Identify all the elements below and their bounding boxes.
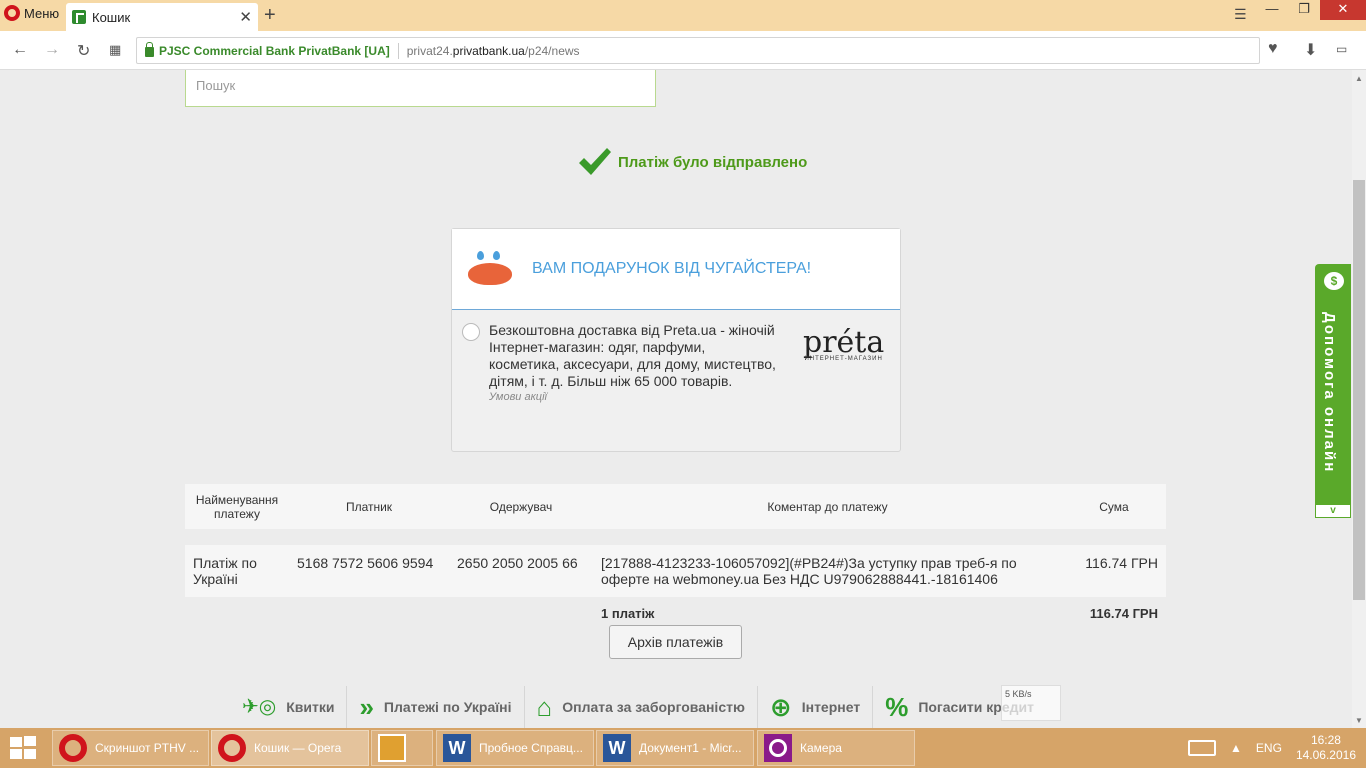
lock-icon: [145, 41, 154, 57]
opera-logo-icon: [4, 5, 20, 21]
keyboard-icon[interactable]: [1188, 740, 1217, 756]
address-field[interactable]: PJSC Commercial Bank PrivatBank [UA] pri…: [136, 37, 1260, 64]
bottom-nav: ✈◎ Квитки » Платежі по Україні ⌂ Оплата …: [230, 686, 1046, 728]
clock-time: 16:28: [1310, 733, 1341, 747]
house-icon: ⌂: [536, 692, 553, 722]
scroll-up-icon[interactable]: ▲: [1355, 74, 1363, 83]
gift-header: ВАМ ПОДАРУНОК ВІД ЧУГАЙСТЕРА!: [452, 229, 900, 310]
tab-menu-icon[interactable]: ☰: [1234, 6, 1247, 23]
cell-payer: 5168 7572 5606 9594: [289, 545, 449, 597]
offer-radio[interactable]: [462, 323, 480, 341]
net-speed-text: 5 KB/s: [1005, 689, 1032, 699]
taskbar-item-word-draft[interactable]: W Пробное Справц...: [436, 730, 594, 766]
forward-icon[interactable]: →: [44, 41, 60, 59]
secure-label: PJSC Commercial Bank PrivatBank [UA]: [159, 43, 390, 58]
offer-terms-link[interactable]: Умови акції: [489, 391, 779, 403]
table-row: Платіж по Україні 5168 7572 5606 9594 26…: [185, 545, 1166, 597]
col-header-comment: Коментар до платежу: [593, 484, 1062, 529]
taskbar: Скриншот PTHV ... Кошик — Opera W Пробно…: [0, 728, 1366, 768]
clock-date: 14.06.2016: [1295, 748, 1356, 762]
opera-app-icon: [59, 734, 87, 762]
gift-panel: ВАМ ПОДАРУНОК ВІД ЧУГАЙСТЕРА! Безкоштовн…: [451, 228, 901, 452]
close-window-icon[interactable]: ✕: [1320, 0, 1366, 20]
globe-icon: ⊕: [769, 692, 792, 722]
address-toolbar: ← → ↻ ▦ PJSC Commercial Bank PrivatBank …: [0, 31, 1366, 70]
window-controls: — ❐ ✕: [1256, 0, 1366, 20]
nav-item-debt-payment[interactable]: ⌂ Оплата за заборгованістю: [525, 686, 758, 728]
chevrons-icon: »: [359, 692, 374, 722]
taskbar-item-opera-screenshot[interactable]: Скриншот PTHV ...: [52, 730, 209, 766]
preta-logo: préta ИНТЕРНЕТ-МАГАЗИН: [803, 325, 885, 403]
help-chevron-icon[interactable]: v: [1315, 504, 1351, 518]
help-bubble-icon: $: [1324, 272, 1344, 290]
url-text: privat24.privatbank.ua/p24/news: [406, 43, 580, 58]
checkmark-icon: [579, 148, 611, 175]
browser-tab[interactable]: Кошик ✕: [66, 3, 258, 31]
system-tray: ▲ ENG 16:28 14.06.2016: [1188, 728, 1366, 768]
net-speed-widget: 5 KB/s: [1001, 685, 1061, 721]
success-text: Платіж було відправлено: [618, 153, 808, 171]
word-app-icon: W: [603, 734, 631, 762]
word-app-icon: W: [443, 734, 471, 762]
windows-start-icon[interactable]: [8, 736, 38, 760]
taskbar-item-media[interactable]: [371, 730, 433, 766]
opera-menu-button[interactable]: Меню: [0, 0, 60, 26]
chugaister-mascot-icon: [466, 249, 514, 289]
heart-icon[interactable]: ♥: [1268, 40, 1278, 58]
new-tab-icon[interactable]: +: [264, 4, 276, 27]
help-online-widget[interactable]: $ Допомога онлайн v: [1315, 264, 1351, 518]
preta-logo-text: préta: [803, 325, 885, 360]
cell-comment: [217888-4123233-106057092](#PB24#)За уст…: [593, 545, 1062, 597]
tray-expand-icon[interactable]: ▲: [1230, 741, 1242, 755]
speed-dial-icon[interactable]: ▦: [109, 42, 121, 58]
cell-recipient: 2650 2050 2005 66: [449, 545, 593, 597]
language-indicator[interactable]: ENG: [1256, 741, 1282, 755]
camera-app-icon: [764, 734, 792, 762]
percent-down-icon: %: [885, 692, 909, 722]
help-label: Допомога онлайн: [1321, 312, 1338, 474]
nav-item-tickets[interactable]: ✈◎ Квитки: [230, 686, 348, 728]
privatbank-favicon-icon: [72, 10, 86, 24]
table-header-row: Найменування платежу Платник Одержувач К…: [185, 484, 1166, 529]
opera-app-icon: [218, 734, 246, 762]
payments-archive-button[interactable]: Архів платежів: [609, 625, 742, 659]
page-content: Пошук Платіж було відправлено ВАМ ПОДАРУ…: [0, 70, 1352, 728]
nav-item-payments-ukraine[interactable]: » Платежі по Україні: [347, 686, 525, 728]
cell-name: Платіж по Україні: [185, 545, 289, 597]
offer-description: Безкоштовна доставка від Preta.ua - жіно…: [489, 322, 776, 389]
reload-icon[interactable]: ↻: [77, 41, 90, 61]
clock[interactable]: 16:28 14.06.2016: [1296, 733, 1356, 763]
gift-title: ВАМ ПОДАРУНОК ВІД ЧУГАЙСТЕРА!: [532, 260, 812, 277]
minimize-icon[interactable]: —: [1256, 0, 1288, 20]
taskbar-item-word-doc1[interactable]: W Документ1 - Micr...: [596, 730, 754, 766]
col-header-name: Найменування платежу: [185, 484, 289, 529]
gift-offer: Безкоштовна доставка від Preta.ua - жіно…: [452, 310, 900, 403]
search-input[interactable]: Пошук: [185, 70, 656, 107]
cell-amount: 116.74 ГРН: [1062, 545, 1166, 597]
taskbar-item-camera[interactable]: Камера: [757, 730, 915, 766]
nav-item-internet[interactable]: ⊕ Інтернет: [758, 686, 874, 728]
scroll-down-icon[interactable]: ▼: [1355, 716, 1363, 725]
preta-logo-sub: ИНТЕРНЕТ-МАГАЗИН: [804, 356, 883, 362]
restore-icon[interactable]: ❐: [1288, 0, 1320, 20]
download-icon[interactable]: ⬇: [1304, 40, 1317, 60]
tickets-icon: ✈◎: [242, 696, 277, 718]
total-amount: 116.74 ГРН: [1062, 597, 1166, 629]
col-header-amount: Сума: [1062, 484, 1166, 529]
battery-icon[interactable]: ▭: [1336, 42, 1347, 56]
payment-success-message: Платіж було відправлено: [576, 144, 807, 180]
menu-label: Меню: [24, 5, 60, 21]
back-icon[interactable]: ←: [12, 41, 28, 59]
scroll-thumb[interactable]: [1353, 180, 1365, 600]
tab-close-icon[interactable]: ✕: [239, 8, 252, 26]
payments-table: Найменування платежу Платник Одержувач К…: [185, 484, 1166, 629]
browser-tab-bar: Меню Кошик ✕ + ☰ — ❐ ✕: [0, 0, 1366, 31]
media-app-icon: [378, 734, 406, 762]
col-header-recipient: Одержувач: [449, 484, 593, 529]
col-header-payer: Платник: [289, 484, 449, 529]
tab-title: Кошик: [92, 9, 131, 25]
page-scrollbar[interactable]: ▲ ▼: [1352, 70, 1366, 728]
taskbar-item-opera-cart[interactable]: Кошик — Opera: [211, 730, 369, 766]
